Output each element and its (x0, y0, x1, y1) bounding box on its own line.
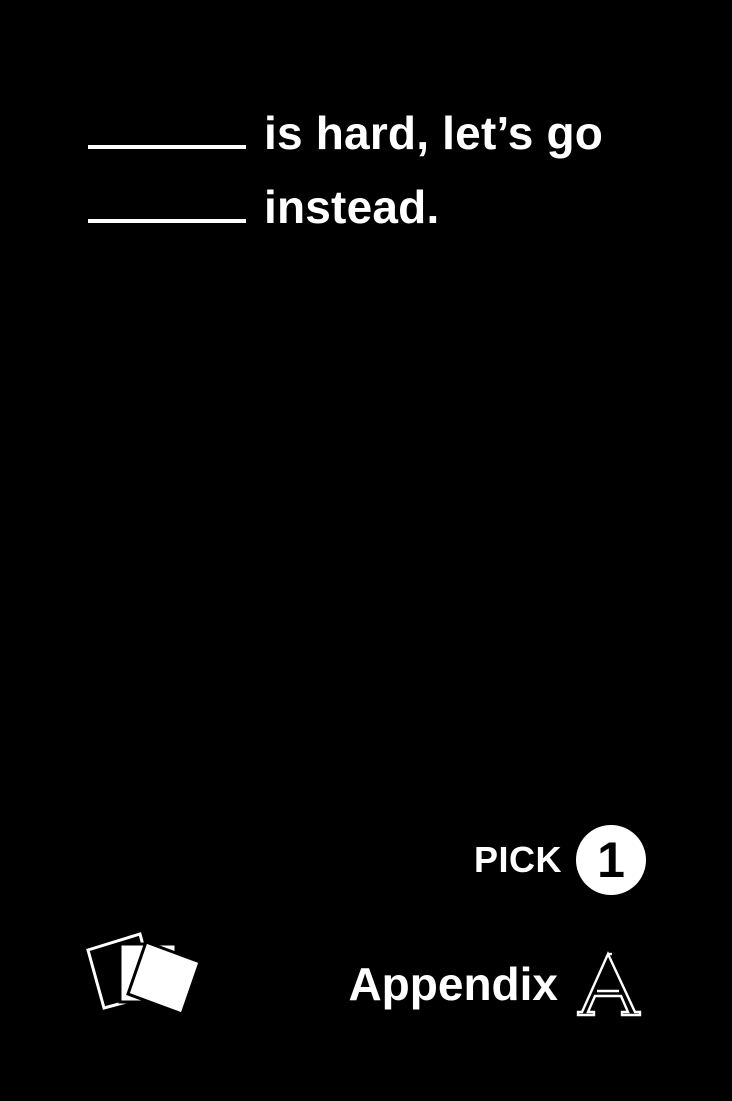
black-card: is hard, let’s go instead. PICK 1 Append… (0, 0, 732, 1101)
card-prompt: is hard, let’s go instead. (88, 96, 688, 244)
prompt-text-1: is hard, let’s go (264, 107, 604, 159)
expansion-branding: Appendix (348, 950, 644, 1018)
pick-label: PICK (473, 839, 562, 880)
prompt-line-1: is hard, let’s go (88, 96, 688, 170)
prompt-line-2: instead. (88, 170, 688, 244)
cards-stack-icon (86, 932, 202, 1016)
pick-count: 1 (597, 832, 625, 888)
blank-slot-2 (88, 219, 246, 223)
pick-count-badge: 1 (576, 825, 646, 895)
blank-slot-1 (88, 145, 246, 149)
pick-indicator: PICK 1 (474, 825, 646, 895)
prompt-text-2: instead. (264, 181, 440, 233)
outlined-letter-a-icon (576, 951, 642, 1017)
expansion-name: Appendix (348, 958, 558, 1010)
